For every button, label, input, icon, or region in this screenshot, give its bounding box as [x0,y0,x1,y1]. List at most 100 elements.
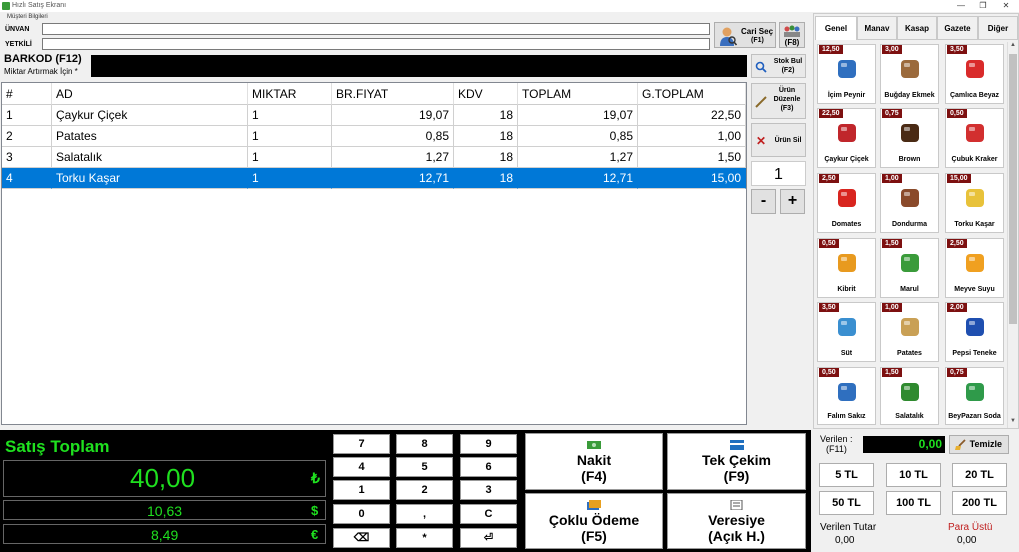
temizle-button[interactable]: Temizle [949,435,1009,454]
product-tile[interactable]: 3,50 Süt [817,302,876,362]
veresiye-button[interactable]: Veresiye (Açık H.) [667,493,806,549]
key-4[interactable]: 4 [333,457,390,477]
cari-sec-label: Cari Seç [741,27,774,36]
product-tile[interactable]: 2,50 Meyve Suyu [945,238,1004,298]
column-header[interactable]: # [2,83,52,105]
product-scrollbar[interactable]: ▲ ▼ [1007,42,1017,428]
product-tile[interactable]: 2,50 Domates [817,173,876,233]
urun-duzenle-button[interactable]: Ürün Düzenle (F3) [751,83,806,119]
money-200-button[interactable]: 200 TL [952,491,1007,515]
scroll-thumb[interactable] [1009,54,1017,324]
urun-sil-button[interactable]: ✕ Ürün Sil [751,123,806,157]
para-ustu-value: 0,00 [957,535,977,546]
product-price-badge: 1,50 [882,368,902,377]
verilen-tutar-label: Verilen Tutar [820,522,877,533]
scroll-up-icon[interactable]: ▲ [1009,42,1017,52]
name-cell: Salatalık [52,147,248,168]
product-tile[interactable]: 22,50 Çaykur Çiçek [817,108,876,168]
scroll-down-icon[interactable]: ▼ [1009,418,1017,428]
product-tile[interactable]: 0,50 Kibrit [817,238,876,298]
product-tile[interactable]: 1,50 Salatalık [880,367,939,425]
product-tile[interactable]: 1,00 Dondurma [880,173,939,233]
key-multiply[interactable]: * [396,528,453,548]
money-100-button[interactable]: 100 TL [886,491,941,515]
gross-total-cell: 15,00 [638,168,746,189]
bread-icon [901,60,919,78]
tab-kasap[interactable]: Kasap [897,16,937,40]
key-2[interactable]: 2 [396,480,453,500]
money-20-button[interactable]: 20 TL [952,463,1007,487]
product-tile[interactable]: 12,50 İçim Peynir [817,44,876,104]
yetkili-input[interactable] [42,38,710,50]
key-8[interactable]: 8 [396,434,453,454]
key-0[interactable]: 0 [333,504,390,524]
gross-total-cell: 22,50 [638,105,746,126]
row-number-cell: 1 [2,105,52,126]
product-tile[interactable]: 3,50 Çamlıca Beyaz [945,44,1004,104]
tab-diger[interactable]: Diğer [978,16,1018,40]
verilen-input[interactable]: 0,00 [863,436,945,453]
column-header[interactable]: G.TOPLAM [638,83,746,105]
table-row[interactable]: 3 Salatalık 1 1,27 18 1,27 1,50 [2,147,746,168]
tomato-icon [838,189,856,207]
product-tile[interactable]: 2,00 Pepsi Teneke [945,302,1004,362]
plus-button[interactable]: + [780,189,805,214]
tek-cekim-button[interactable]: Tek Çekim (F9) [667,433,806,490]
key-1[interactable]: 1 [333,480,390,500]
product-tile[interactable]: 0,75 Brown [880,108,939,168]
minimize-button[interactable]: — [950,0,972,12]
sales-grid[interactable]: # AD MIKTAR BR.FIYAT KDV TOPLAM G.TOPLAM… [1,82,747,425]
nakit-button[interactable]: Nakit (F4) [525,433,663,490]
maximize-button[interactable]: ❐ [972,0,994,12]
key-3[interactable]: 3 [460,480,517,500]
quantity-field[interactable]: 1 [751,161,806,186]
name-cell: Çaykur Çiçek [52,105,248,126]
table-row-selected[interactable]: 4 Torku Kaşar 1 12,71 18 12,71 15,00 [2,168,746,189]
key-clear[interactable]: C [460,504,517,524]
money-5-button[interactable]: 5 TL [819,463,874,487]
soda-icon [966,383,984,401]
coklu-odeme-button[interactable]: Çoklu Ödeme (F5) [525,493,663,549]
key-6[interactable]: 6 [460,457,517,477]
column-header[interactable]: BR.FIYAT [332,83,454,105]
product-price-badge: 2,50 [819,174,839,183]
key-5[interactable]: 5 [396,457,453,477]
tab-gazete[interactable]: Gazete [937,16,978,40]
close-button[interactable]: ✕ [995,0,1017,12]
unvan-input[interactable] [42,23,710,35]
customer-group-label: Müşteri Bilgileri [7,14,48,20]
money-50-button[interactable]: 50 TL [819,491,874,515]
column-header[interactable]: TOPLAM [518,83,638,105]
column-header[interactable]: KDV [454,83,518,105]
verilen-label-text: Verilen : [820,434,853,444]
product-tile[interactable]: 0,50 Çubuk Kraker [945,108,1004,168]
column-header[interactable]: MIKTAR [248,83,332,105]
column-header[interactable]: AD [52,83,248,105]
eur-box: 8,49 € [3,524,326,544]
money-10-button[interactable]: 10 TL [886,463,941,487]
table-row[interactable]: 2 Patates 1 0,85 18 0,85 1,00 [2,126,746,147]
stok-bul-button[interactable]: Stok Bul (F2) [751,54,806,78]
enter-key[interactable]: ⏎ [460,528,517,548]
product-tile[interactable]: 1,00 Patates [880,302,939,362]
f8-button[interactable]: (F8) [779,22,805,48]
backspace-key[interactable]: ⌫ [333,528,390,548]
key-comma[interactable]: , [396,504,453,524]
tab-manav[interactable]: Manav [857,16,897,40]
tab-genel[interactable]: Genel [815,16,857,40]
key-7[interactable]: 7 [333,434,390,454]
gum-icon [838,383,856,401]
stok-bul-label: Stok Bul [773,58,803,65]
minus-button[interactable]: - [751,189,776,214]
barkod-input[interactable] [91,55,747,77]
quantity-cell: 1 [248,168,332,189]
product-tile[interactable]: 0,50 Falım Sakız [817,367,876,425]
product-tile[interactable]: 3,00 Buğday Ekmek [880,44,939,104]
cari-sec-button[interactable]: Cari Seç (F1) [714,22,776,48]
unit-price-cell: 12,71 [332,168,454,189]
product-tile[interactable]: 15,00 Torku Kaşar [945,173,1004,233]
key-9[interactable]: 9 [460,434,517,454]
product-tile[interactable]: 1,50 Marul [880,238,939,298]
table-row[interactable]: 1 Çaykur Çiçek 1 19,07 18 19,07 22,50 [2,105,746,126]
product-tile[interactable]: 0,75 BeyPazarı Soda [945,367,1004,425]
